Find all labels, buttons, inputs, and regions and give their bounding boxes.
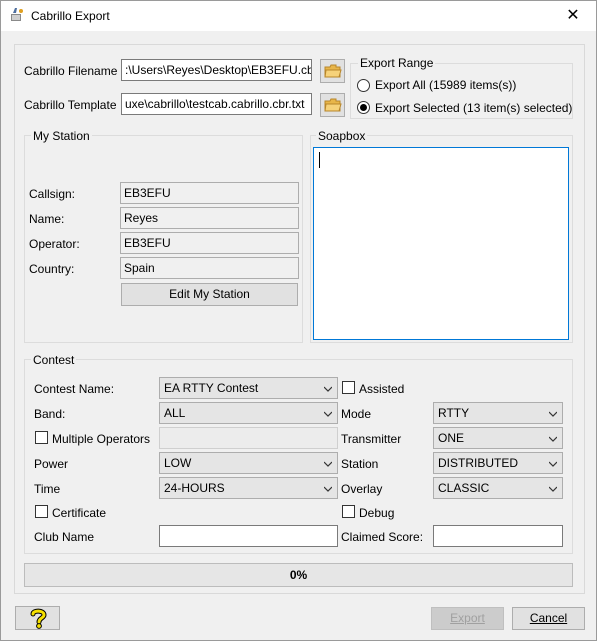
overlay-label: Overlay [341, 482, 383, 496]
station-value: DISTRIBUTED [438, 456, 519, 470]
folder-icon [323, 98, 342, 112]
time-label: Time [34, 482, 61, 496]
transmitter-value: ONE [438, 431, 465, 445]
mode-value: RTTY [438, 406, 470, 420]
name-field: Reyes [120, 207, 299, 229]
assisted-checkbox[interactable] [342, 381, 355, 394]
certificate-label[interactable]: Certificate [52, 506, 106, 520]
soapbox-title: Soapbox [316, 129, 368, 143]
callsign-field: EB3EFU [120, 182, 299, 204]
claimed-score-field[interactable] [433, 525, 563, 547]
folder-icon [323, 64, 342, 78]
overlay-value: CLASSIC [438, 481, 490, 495]
transmitter-label: Transmitter [341, 432, 402, 446]
debug-label[interactable]: Debug [359, 506, 394, 520]
mode-label: Mode [341, 407, 372, 421]
contest-name-value: EA RTTY Contest [164, 381, 259, 395]
cabrillo-template-label: Cabrillo Template [24, 98, 117, 112]
band-value: ALL [164, 406, 186, 420]
window-title: Cabrillo Export [31, 9, 110, 23]
app-icon [11, 8, 23, 21]
cabrillo-filename-field[interactable]: :\Users\Reyes\Desktop\EB3EFU.cbr [121, 59, 312, 81]
browse-template-button[interactable] [320, 93, 345, 117]
cabrillo-export-window: Cabrillo Export ✕ Cabrillo Filename :\Us… [0, 0, 597, 641]
club-name-label: Club Name [34, 530, 95, 544]
export-progress-bar: 0% [24, 563, 573, 587]
operator-field: EB3EFU [120, 232, 299, 254]
chevron-down-icon [324, 386, 332, 392]
chevron-down-icon [324, 486, 332, 492]
cancel-button[interactable]: Cancel [512, 607, 585, 630]
certificate-checkbox[interactable] [35, 505, 48, 518]
edit-my-station-button[interactable]: Edit My Station [121, 283, 298, 306]
station-label: Station [341, 457, 379, 471]
band-select[interactable]: ALL [159, 402, 338, 424]
export-button-label: Export [450, 611, 485, 625]
chevron-down-icon [549, 486, 557, 492]
question-icon [30, 608, 47, 629]
my-station-title: My Station [31, 129, 92, 143]
chevron-down-icon [324, 411, 332, 417]
contest-title: Contest [31, 353, 77, 367]
browse-filename-button[interactable] [320, 59, 345, 83]
export-all-label[interactable]: Export All (15989 items(s)) [375, 78, 516, 92]
close-icon: ✕ [566, 7, 580, 24]
chevron-down-icon [549, 461, 557, 467]
export-all-radio[interactable] [357, 79, 370, 92]
chevron-down-icon [549, 436, 557, 442]
power-label: Power [34, 457, 69, 471]
mode-select[interactable]: RTTY [433, 402, 563, 424]
export-range-title: Export Range [358, 56, 436, 70]
time-select[interactable]: 24-HOURS [159, 477, 338, 499]
callsign-label: Callsign: [29, 187, 76, 201]
contest-name-select[interactable]: EA RTTY Contest [159, 377, 338, 399]
chevron-down-icon [549, 411, 557, 417]
claimed-score-label: Claimed Score: [341, 530, 424, 544]
title-bar: Cabrillo Export ✕ [1, 1, 596, 31]
soapbox-textarea[interactable] [313, 147, 569, 340]
progress-text: 0% [289, 568, 308, 582]
country-label: Country: [29, 262, 75, 276]
overlay-select[interactable]: CLASSIC [433, 477, 563, 499]
multiple-operators-checkbox[interactable] [35, 431, 48, 444]
power-select[interactable]: LOW [159, 452, 338, 474]
power-value: LOW [164, 456, 192, 470]
club-name-field[interactable] [159, 525, 338, 547]
time-value: 24-HOURS [164, 481, 225, 495]
debug-checkbox[interactable] [342, 505, 355, 518]
export-selected-radio[interactable] [357, 101, 370, 114]
cabrillo-filename-label: Cabrillo Filename [24, 64, 118, 78]
assisted-label[interactable]: Assisted [359, 382, 404, 396]
export-button[interactable]: Export [431, 607, 504, 630]
band-label: Band: [34, 407, 66, 421]
text-caret [319, 152, 320, 168]
transmitter-select[interactable]: ONE [433, 427, 563, 449]
name-label: Name: [29, 212, 65, 226]
close-button[interactable]: ✕ [550, 1, 596, 31]
contest-name-label: Contest Name: [34, 382, 115, 396]
multiple-operators-field [159, 427, 338, 449]
operator-label: Operator: [29, 237, 80, 251]
help-button[interactable] [15, 606, 60, 630]
multiple-operators-label[interactable]: Multiple Operators [52, 432, 150, 446]
station-select[interactable]: DISTRIBUTED [433, 452, 563, 474]
chevron-down-icon [324, 461, 332, 467]
country-field: Spain [120, 257, 299, 279]
cancel-button-label: Cancel [529, 611, 568, 625]
cabrillo-template-field[interactable]: uxe\cabrillo\testcab.cabrillo.cbr.txt [121, 93, 312, 115]
export-selected-label[interactable]: Export Selected (13 item(s) selected) [375, 101, 572, 115]
